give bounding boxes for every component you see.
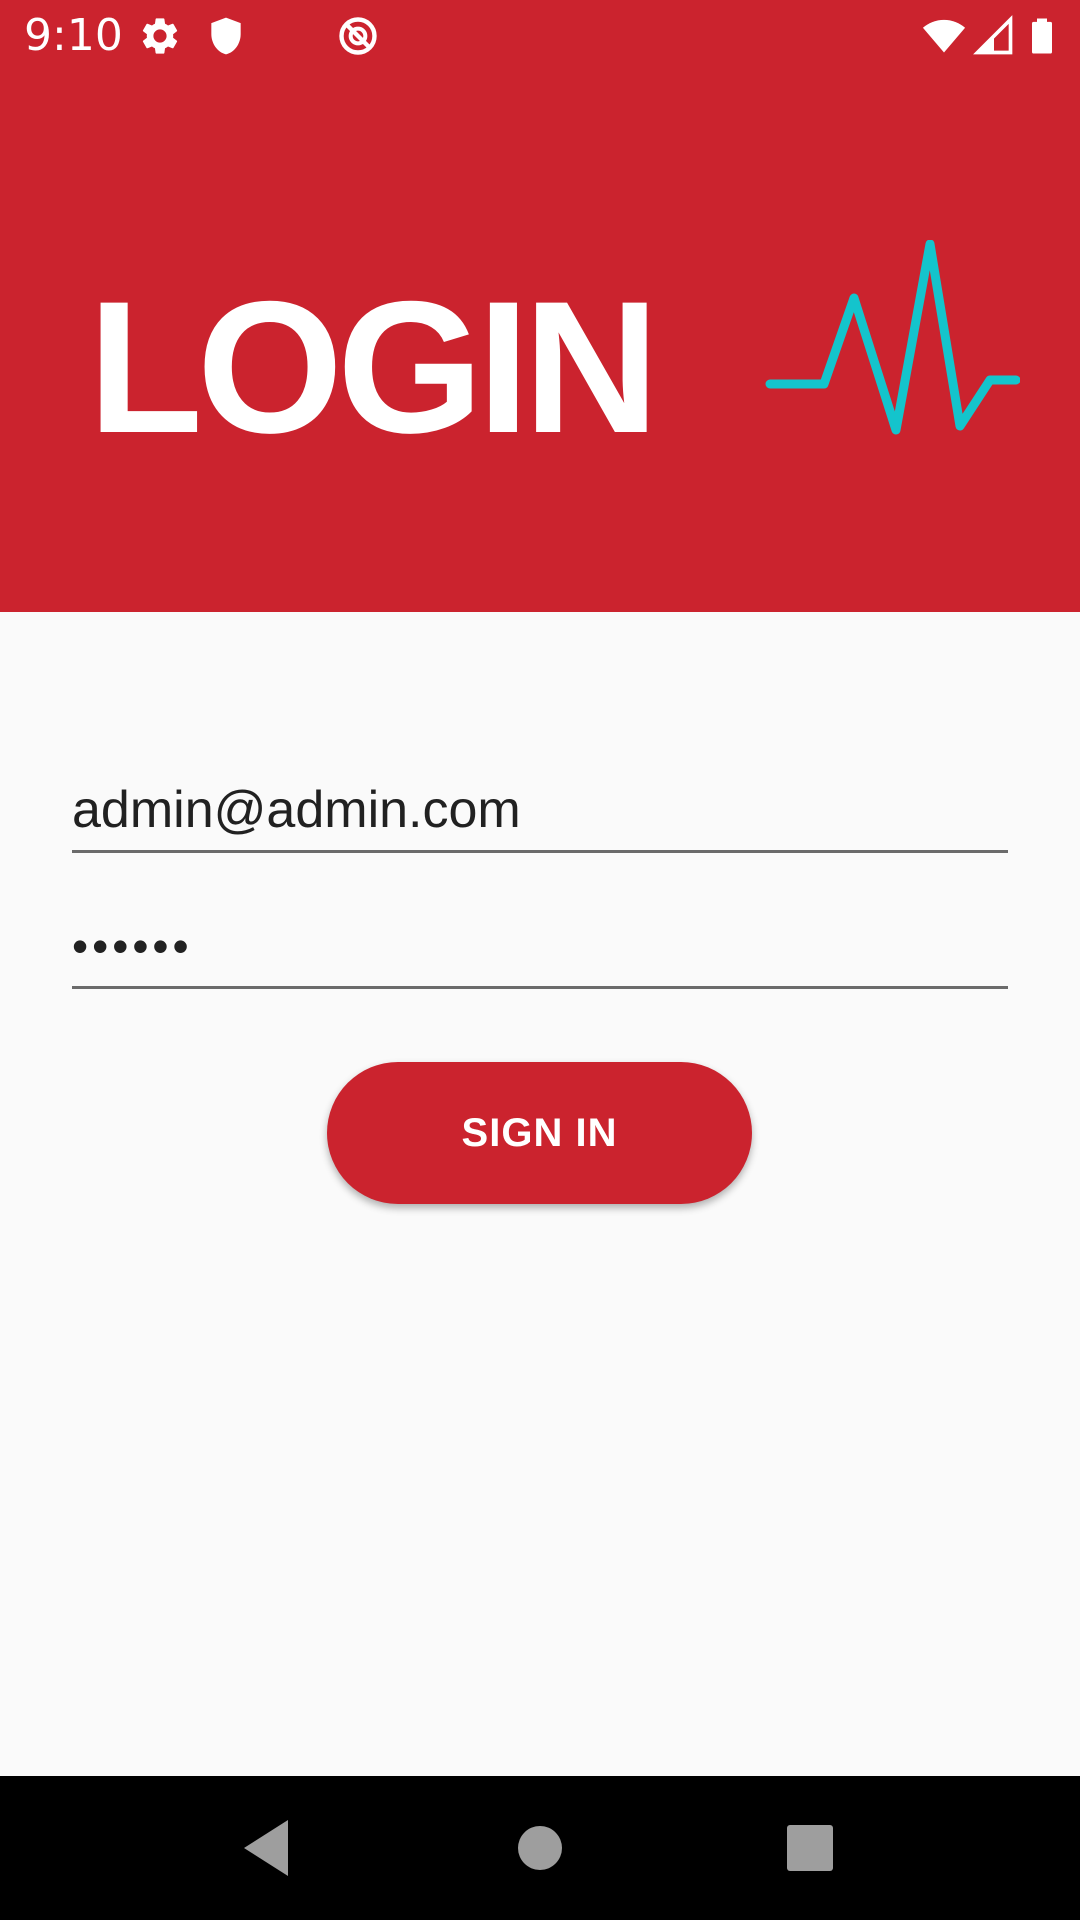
email-field-container	[72, 772, 1008, 853]
navigation-bar	[0, 1776, 1080, 1920]
login-logo-text: LOGIN	[88, 262, 659, 472]
recents-icon[interactable]	[768, 1806, 852, 1890]
wifi-icon	[922, 14, 966, 58]
status-bar: 9:10	[0, 0, 1080, 72]
sign-in-button[interactable]: SIGN IN	[327, 1062, 752, 1204]
gear-icon	[138, 14, 182, 58]
battery-icon	[1022, 14, 1062, 58]
status-time: 9:10	[24, 10, 123, 61]
password-field-container	[72, 908, 1008, 989]
heartbeat-pulse-icon	[764, 240, 1020, 440]
home-icon[interactable]	[498, 1806, 582, 1890]
no-sync-icon	[336, 14, 380, 58]
email-field[interactable]	[72, 772, 1008, 848]
back-icon[interactable]	[226, 1806, 310, 1890]
login-screen: 9:10 LOGIN admin@admin.com •••••• SIGN I…	[0, 0, 1080, 1920]
login-header: 9:10 LOGIN	[0, 0, 1080, 612]
password-field[interactable]	[72, 908, 1008, 984]
shield-icon	[204, 14, 248, 58]
signal-icon	[972, 14, 1016, 58]
